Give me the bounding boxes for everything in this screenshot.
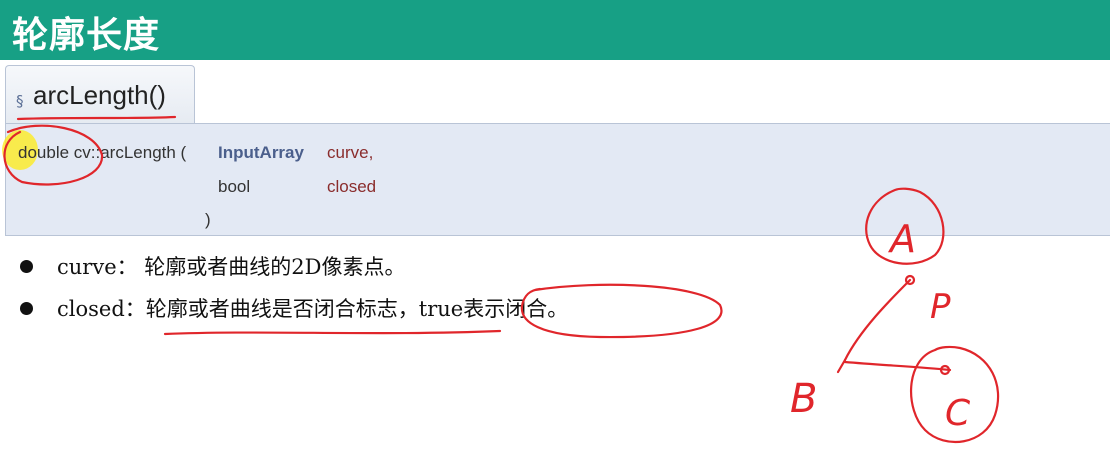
label-p: P: [930, 287, 951, 327]
param2-type: bool: [218, 177, 251, 196]
closed-underline: [163, 329, 502, 336]
bullet-dot: [20, 302, 33, 315]
signature-box: [5, 123, 1110, 236]
function-name: arcLength(): [33, 80, 166, 110]
bullet-dot: [20, 260, 33, 273]
signature-close-paren: ): [205, 210, 211, 229]
title-bar: 轮廓长度: [0, 0, 1110, 60]
label-c: C: [945, 393, 971, 434]
bullet-curve: curve： 轮廓或者曲线的2D像素点。: [57, 255, 406, 279]
line-a-b: [843, 278, 912, 362]
param1-type: InputArray: [218, 143, 304, 162]
label-b: B: [790, 376, 817, 422]
slide-title: 轮廓长度: [12, 15, 161, 56]
bullet-closed: closed：轮廓或者曲线是否闭合标志，true表示闭合。: [57, 297, 569, 321]
tick-b: [836, 358, 847, 374]
line-b-c: [843, 360, 952, 372]
circle-c: [909, 345, 1000, 444]
section-mark: §: [16, 92, 24, 110]
signature-return-and-name: double cv::arcLength (: [18, 143, 187, 162]
param1-name: curve,: [327, 143, 374, 162]
param2-name: closed: [327, 177, 377, 196]
